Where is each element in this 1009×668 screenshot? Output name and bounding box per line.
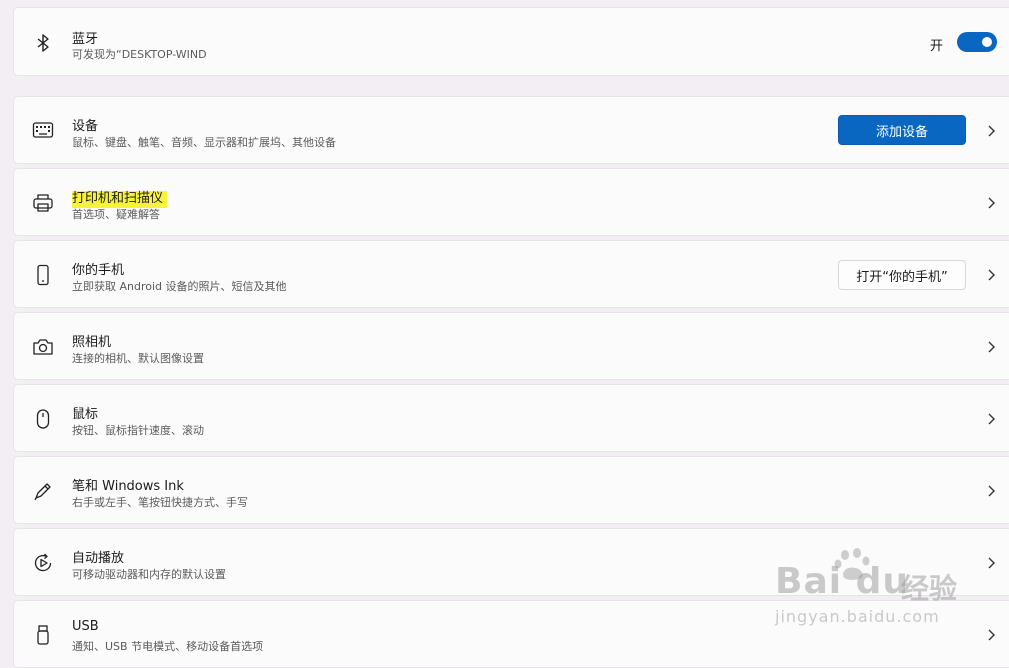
add-device-button[interactable]: 添加设备	[838, 115, 966, 145]
settings-item-printers[interactable]: 打印机和扫描仪 首选项、疑难解答	[13, 168, 1009, 236]
pen-subtitle: 右手或左手、笔按钮快捷方式、手写	[72, 496, 248, 509]
chevron-right-icon[interactable]	[986, 340, 996, 354]
toggle-knob	[982, 37, 992, 47]
settings-item-autoplay[interactable]: 自动播放 可移动驱动器和内存的默认设置	[13, 528, 1009, 596]
chevron-right-icon[interactable]	[986, 628, 996, 642]
mouse-icon	[32, 408, 54, 430]
chevron-right-icon[interactable]	[986, 196, 996, 210]
printers-subtitle: 首选项、疑难解答	[72, 208, 160, 221]
bluetooth-toggle-label: 开	[930, 39, 944, 54]
bluetooth-title: 蓝牙	[72, 32, 99, 47]
bluetooth-toggle[interactable]	[957, 32, 997, 52]
mouse-title: 鼠标	[72, 407, 99, 422]
keyboard-icon	[32, 120, 54, 142]
phone-icon	[32, 264, 54, 286]
bluetooth-icon	[32, 32, 54, 54]
pen-icon	[32, 480, 54, 502]
chevron-right-icon[interactable]	[986, 484, 996, 498]
devices-subtitle: 鼠标、键盘、触笔、音频、显示器和扩展坞、其他设备	[72, 136, 336, 149]
camera-title: 照相机	[72, 335, 112, 350]
bluetooth-card[interactable]: 蓝牙 可发现为“DESKTOP-WIND 开	[13, 7, 1009, 76]
chevron-right-icon[interactable]	[986, 124, 996, 138]
open-your-phone-button[interactable]: 打开“你的手机”	[838, 260, 966, 290]
autoplay-title: 自动播放	[72, 551, 125, 566]
settings-item-mouse[interactable]: 鼠标 按钮、鼠标指针速度、滚动	[13, 384, 1009, 452]
printers-title: 打印机和扫描仪	[72, 187, 168, 208]
pen-title: 笔和 Windows Ink	[72, 479, 184, 494]
printer-icon	[32, 192, 54, 214]
camera-icon	[32, 336, 54, 358]
settings-item-your-phone[interactable]: 你的手机 立即获取 Android 设备的照片、短信及其他 打开“你的手机”	[13, 240, 1009, 308]
chevron-right-icon[interactable]	[986, 268, 996, 282]
autoplay-subtitle: 可移动驱动器和内存的默认设置	[72, 568, 226, 581]
mouse-subtitle: 按钮、鼠标指针速度、滚动	[72, 424, 204, 437]
your-phone-title: 你的手机	[72, 263, 125, 278]
chevron-right-icon[interactable]	[986, 412, 996, 426]
settings-item-pen[interactable]: 笔和 Windows Ink 右手或左手、笔按钮快捷方式、手写	[13, 456, 1009, 524]
settings-item-camera[interactable]: 照相机 连接的相机、默认图像设置	[13, 312, 1009, 380]
autoplay-icon	[32, 552, 54, 574]
devices-title: 设备	[72, 119, 99, 134]
camera-subtitle: 连接的相机、默认图像设置	[72, 352, 204, 365]
chevron-right-icon[interactable]	[986, 556, 996, 570]
bluetooth-subtitle: 可发现为“DESKTOP-WIND	[72, 48, 207, 61]
usb-subtitle: 通知、USB 节电模式、移动设备首选项	[72, 640, 264, 653]
settings-item-devices[interactable]: 设备 鼠标、键盘、触笔、音频、显示器和扩展坞、其他设备 添加设备	[13, 96, 1009, 164]
usb-title: USB	[72, 619, 99, 634]
your-phone-subtitle: 立即获取 Android 设备的照片、短信及其他	[72, 280, 287, 293]
usb-icon	[32, 624, 54, 646]
settings-item-usb[interactable]: USB 通知、USB 节电模式、移动设备首选项	[13, 600, 1009, 668]
